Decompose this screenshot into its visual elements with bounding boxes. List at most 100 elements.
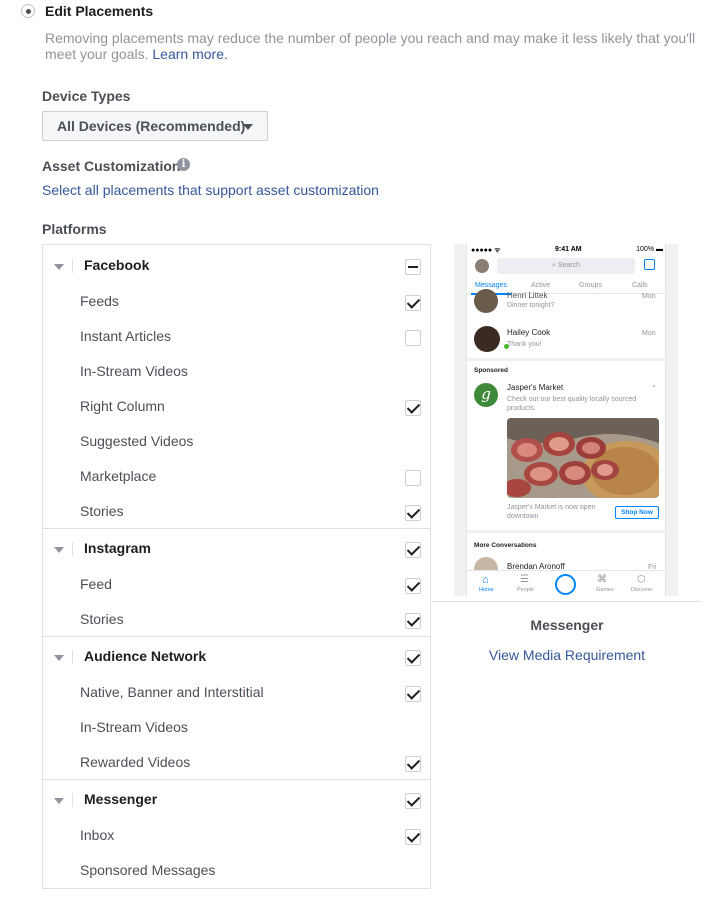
divider: [467, 358, 665, 361]
collapse-triangle-icon[interactable]: [54, 264, 64, 270]
placement-label: Inbox: [80, 827, 115, 843]
platform-group-instagram: Instagram Feed Stories: [43, 529, 430, 637]
collapse-triangle-icon[interactable]: [54, 798, 64, 804]
status-bar: ●●●●● ᯤ 9:41 AM 100% ▬: [471, 246, 663, 256]
conversation-message: Dinner tonight?: [507, 302, 555, 309]
placement-row: Feeds: [43, 283, 430, 318]
search-placeholder: Search: [557, 262, 581, 269]
placement-label: Sponsored Messages: [80, 862, 216, 878]
device-types-label: Device Types: [42, 88, 131, 104]
placement-row: In-Stream Videos: [43, 709, 430, 744]
nav-people: People: [517, 587, 535, 593]
audience-network-checkbox[interactable]: [405, 650, 421, 666]
placement-label: In-Stream Videos: [80, 363, 188, 379]
platform-group-messenger: Messenger Inbox Sponsored Messages: [43, 780, 430, 888]
nav-discover: Discover: [631, 587, 653, 593]
learn-more-link[interactable]: Learn more.: [152, 46, 227, 62]
platform-header-audience-network[interactable]: Audience Network: [43, 638, 430, 673]
placement-row: Suggested Videos: [43, 423, 430, 458]
preview-placement-title: Messenger: [530, 617, 604, 633]
games-icon: ⌘: [597, 574, 607, 585]
placement-row: Sponsored Messages: [43, 852, 430, 887]
rewarded-videos-checkbox[interactable]: [405, 756, 421, 772]
battery-icon: 100% ▬: [636, 246, 663, 253]
tab-groups: Groups: [579, 282, 602, 289]
camera-icon: [555, 574, 576, 595]
info-icon[interactable]: i: [177, 158, 190, 171]
divider: [72, 542, 73, 556]
sponsored-label: Sponsored: [474, 367, 508, 374]
platform-header-facebook[interactable]: Facebook: [43, 247, 430, 282]
device-types-dropdown[interactable]: All Devices (Recommended): [42, 111, 268, 141]
instant-articles-checkbox[interactable]: [405, 330, 421, 346]
select-asset-customization-link[interactable]: Select all placements that support asset…: [42, 182, 379, 198]
native-banner-interstitial-checkbox[interactable]: [405, 686, 421, 702]
placement-label: Right Column: [80, 398, 165, 414]
bottom-navigation: ⌂ Home ☰ People ⌘ Games ⬡ Discover: [467, 570, 665, 596]
avatar: [474, 289, 498, 313]
instagram-stories-checkbox[interactable]: [405, 613, 421, 629]
placement-row: Feed: [43, 566, 430, 601]
placement-row: Stories: [43, 493, 430, 528]
people-icon: ☰: [520, 574, 529, 585]
placement-row: Stories: [43, 601, 430, 636]
placement-label: Stories: [80, 611, 124, 627]
placement-row: In-Stream Videos: [43, 353, 430, 388]
conversation-message: Thank you!: [507, 341, 542, 348]
compose-icon: [644, 259, 655, 270]
home-icon: ⌂: [482, 574, 489, 586]
right-column-checkbox[interactable]: [405, 400, 421, 416]
nav-games: Games: [596, 587, 614, 593]
ad-caption: Jasper's Market is now open downtown: [507, 504, 596, 520]
placement-label: Rewarded Videos: [80, 754, 191, 770]
platform-name: Audience Network: [84, 648, 207, 664]
platforms-list: Facebook Feeds Instant Articles In-Strea…: [42, 244, 431, 889]
asset-customization-label: Asset Customization: [42, 158, 181, 174]
platform-group-facebook: Facebook Feeds Instant Articles In-Strea…: [43, 245, 430, 529]
conversation-time: Mon: [642, 330, 656, 337]
ad-brand-name: Jasper's Market: [507, 383, 564, 392]
placement-label: Feeds: [80, 293, 119, 309]
placement-label: In-Stream Videos: [80, 719, 188, 735]
instagram-checkbox[interactable]: [405, 542, 421, 558]
messenger-preview-phone: ●●●●● ᯤ 9:41 AM 100% ▬ ⌕ Search Messages…: [454, 244, 678, 596]
conversation-time: Mon: [642, 293, 656, 300]
divider: [467, 530, 665, 533]
placement-label: Feed: [80, 576, 112, 592]
platform-group-audience-network: Audience Network Native, Banner and Inte…: [43, 637, 430, 780]
platform-name: Messenger: [84, 791, 158, 807]
more-conversations-label: More Conversations: [474, 542, 537, 549]
facebook-stories-checkbox[interactable]: [405, 505, 421, 521]
placement-label: Instant Articles: [80, 328, 172, 344]
facebook-checkbox[interactable]: [405, 259, 421, 275]
divider: [72, 793, 73, 807]
marketplace-checkbox[interactable]: [405, 470, 421, 486]
chevron-down-icon: ⌄: [651, 382, 657, 389]
placement-row: Instant Articles: [43, 318, 430, 353]
status-time: 9:41 AM: [555, 246, 582, 253]
inbox-checkbox[interactable]: [405, 829, 421, 845]
tab-calls: Calls: [632, 282, 648, 289]
phone-screen: ●●●●● ᯤ 9:41 AM 100% ▬ ⌕ Search Messages…: [466, 244, 666, 596]
nav-home: Home: [479, 587, 494, 593]
platform-header-instagram[interactable]: Instagram: [43, 530, 430, 565]
collapse-triangle-icon[interactable]: [54, 655, 64, 661]
collapse-triangle-icon[interactable]: [54, 547, 64, 553]
placement-row: Marketplace: [43, 458, 430, 493]
placement-label: Marketplace: [80, 468, 157, 484]
placement-row: Right Column: [43, 388, 430, 423]
platform-header-messenger[interactable]: Messenger: [43, 781, 430, 816]
messenger-checkbox[interactable]: [405, 793, 421, 809]
view-media-requirement-link[interactable]: View Media Requirement: [432, 647, 702, 663]
tab-active: Active: [531, 282, 551, 289]
placement-label: Suggested Videos: [80, 433, 194, 449]
edit-placements-radio[interactable]: [21, 4, 35, 18]
divider: [72, 259, 73, 273]
placement-row: Native, Banner and Interstitial: [43, 674, 430, 709]
feeds-checkbox[interactable]: [405, 295, 421, 311]
avatar: [474, 326, 500, 352]
instagram-feed-checkbox[interactable]: [405, 578, 421, 594]
placement-row: Rewarded Videos: [43, 744, 430, 779]
edit-placements-title: Edit Placements: [45, 3, 154, 19]
device-types-value: All Devices (Recommended): [57, 118, 246, 134]
